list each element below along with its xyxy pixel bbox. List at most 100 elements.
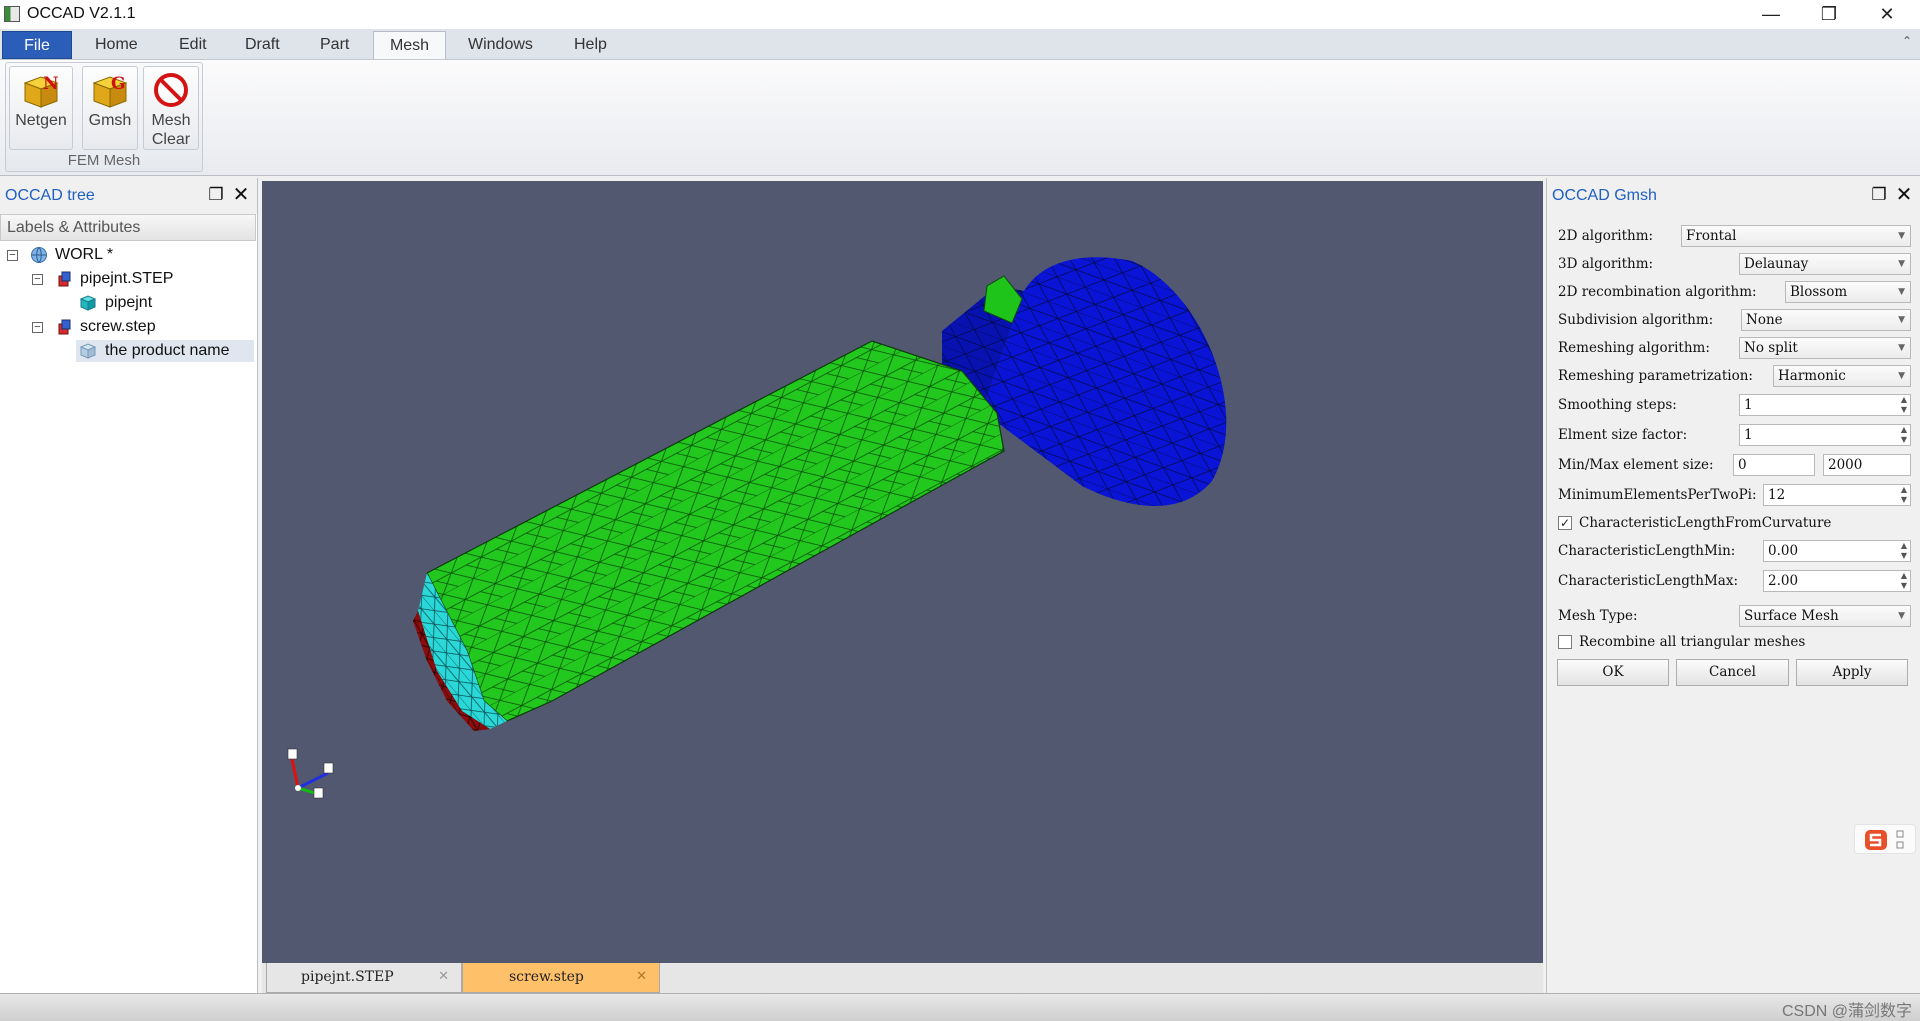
apply-button[interactable]: Apply bbox=[1796, 659, 1908, 686]
menu-file[interactable]: File bbox=[2, 31, 72, 59]
size-factor-spinbox[interactable]: 1 ▲ ▼ bbox=[1739, 424, 1911, 446]
close-tab-icon[interactable]: ✕ bbox=[636, 963, 647, 991]
menu-part[interactable]: Part bbox=[308, 31, 361, 59]
netgen-button[interactable]: N Netgen bbox=[9, 66, 73, 150]
tab-label: pipejnt.STEP bbox=[301, 969, 394, 985]
cl-min-spinbox[interactable]: 0.00 ▲ ▼ bbox=[1763, 540, 1911, 562]
smoothing-spinbox[interactable]: 1 ▲ ▼ bbox=[1739, 394, 1911, 416]
cl-max-spinbox[interactable]: 2.00 ▲ ▼ bbox=[1763, 570, 1911, 592]
select-2d-algorithm[interactable]: Frontal ▼ bbox=[1681, 225, 1911, 247]
spin-arrows-icon[interactable]: ▲ ▼ bbox=[1901, 485, 1907, 505]
gmsh-panel: OCCAD Gmsh ❐ ✕ 2D algorithm: Frontal ▼ 3D… bbox=[1546, 178, 1920, 993]
spin-value: 2.00 bbox=[1768, 573, 1799, 589]
select-remesh-param[interactable]: Harmonic ▼ bbox=[1773, 365, 1911, 387]
cube-icon bbox=[79, 343, 97, 359]
menu-windows[interactable]: Windows bbox=[456, 31, 545, 59]
s-logo-icon bbox=[1865, 830, 1904, 850]
dropdown-arrow-icon: ▼ bbox=[1898, 371, 1905, 381]
row-smoothing: Smoothing steps: 1 ▲ ▼ bbox=[1547, 394, 1920, 418]
recombine-all-checkbox[interactable] bbox=[1558, 635, 1572, 649]
svg-text:G: G bbox=[111, 74, 126, 94]
menu-draft[interactable]: Draft bbox=[233, 31, 292, 59]
tree-node-worl[interactable]: − WORL * bbox=[0, 244, 256, 266]
tab-pipejnt[interactable]: pipejnt.STEP ✕ bbox=[266, 963, 462, 993]
mesh-clear-label-2: Clear bbox=[151, 131, 191, 148]
close-icon[interactable]: ✕ bbox=[1894, 184, 1914, 206]
tab-label: screw.step bbox=[509, 969, 584, 985]
tree-column-header[interactable]: Labels & Attributes bbox=[0, 214, 256, 241]
tree-node-label: screw.step bbox=[80, 318, 156, 335]
row-mesh-type: Mesh Type: Surface Mesh ▼ bbox=[1547, 605, 1920, 629]
tree-column-label: Labels & Attributes bbox=[7, 219, 141, 236]
row-cl-max: CharacteristicLengthMax: 2.00 ▲ ▼ bbox=[1547, 570, 1920, 594]
gmsh-button[interactable]: G Gmsh bbox=[82, 66, 138, 150]
select-mesh-type[interactable]: Surface Mesh ▼ bbox=[1739, 605, 1911, 627]
dropdown-arrow-icon: ▼ bbox=[1898, 259, 1905, 269]
select-value: Surface Mesh bbox=[1744, 608, 1839, 624]
collapse-icon[interactable]: − bbox=[32, 322, 43, 333]
minimize-button[interactable]: — bbox=[1748, 0, 1794, 29]
close-icon[interactable]: ✕ bbox=[231, 184, 251, 206]
tree-node-product[interactable]: the product name bbox=[76, 340, 254, 362]
screw-head bbox=[942, 257, 1227, 506]
row-min-max-size: Min/Max element size: 0 2000 bbox=[1547, 454, 1920, 478]
label-cl-min: CharacteristicLengthMin: bbox=[1558, 543, 1736, 559]
recombine-all-label: Recombine all triangular meshes bbox=[1579, 634, 1806, 650]
label-size-factor: Elment size factor: bbox=[1558, 427, 1688, 443]
menu-mesh[interactable]: Mesh bbox=[373, 31, 446, 59]
row-cl-min: CharacteristicLengthMin: 0.00 ▲ ▼ bbox=[1547, 540, 1920, 564]
label-mesh-type: Mesh Type: bbox=[1558, 608, 1638, 624]
spin-arrows-icon[interactable]: ▲ ▼ bbox=[1901, 395, 1907, 415]
tree-node-pipejnt[interactable]: pipejnt bbox=[0, 292, 256, 314]
row-recombination: 2D recombination algorithm: Blossom ▼ bbox=[1547, 281, 1920, 305]
title-bar: OCCAD V2.1.1 — ❐ ✕ bbox=[0, 0, 1920, 29]
select-value: Blossom bbox=[1790, 284, 1848, 300]
close-tab-icon[interactable]: ✕ bbox=[438, 963, 449, 991]
menu-edit[interactable]: Edit bbox=[167, 31, 219, 59]
float-icon[interactable]: ❐ bbox=[206, 184, 226, 206]
max-size-input[interactable]: 2000 bbox=[1823, 454, 1911, 476]
cancel-button[interactable]: Cancel bbox=[1676, 659, 1789, 686]
status-bar: CSDN @蒲剑数字 bbox=[0, 993, 1920, 1021]
mesh-clear-button[interactable]: Mesh Clear bbox=[143, 66, 199, 150]
spin-arrows-icon[interactable]: ▲ ▼ bbox=[1901, 541, 1907, 561]
menu-home[interactable]: Home bbox=[83, 31, 150, 59]
min-size-input[interactable]: 0 bbox=[1733, 454, 1815, 476]
tree-panel: OCCAD tree ❐ ✕ Labels & Attributes − WOR… bbox=[0, 178, 258, 993]
side-widget[interactable] bbox=[1854, 824, 1916, 854]
menu-bar: File Home Edit Draft Part Mesh Windows H… bbox=[0, 29, 1920, 60]
tree-node-label: pipejnt bbox=[105, 294, 153, 311]
collapse-icon[interactable]: − bbox=[32, 274, 43, 285]
spin-arrows-icon[interactable]: ▲ ▼ bbox=[1901, 425, 1907, 445]
ribbon: N Netgen G Gmsh Mesh Clear FEM Mesh bbox=[0, 60, 1920, 176]
close-button[interactable]: ✕ bbox=[1864, 0, 1910, 29]
tree-node-pipejnt-step[interactable]: − pipejnt.STEP bbox=[0, 268, 256, 290]
gmsh-panel-title: OCCAD Gmsh bbox=[1552, 187, 1657, 204]
collapse-ribbon-icon[interactable]: ⌃ bbox=[1902, 34, 1912, 48]
min-elements-spinbox[interactable]: 12 ▲ ▼ bbox=[1763, 484, 1911, 506]
collapse-icon[interactable]: − bbox=[7, 250, 18, 261]
float-icon[interactable]: ❐ bbox=[1869, 184, 1889, 206]
tree-node-label: the product name bbox=[105, 342, 230, 359]
select-recombination[interactable]: Blossom ▼ bbox=[1785, 281, 1911, 303]
spin-arrows-icon[interactable]: ▲ ▼ bbox=[1901, 571, 1907, 591]
gmsh-panel-titlebar: OCCAD Gmsh ❐ ✕ bbox=[1547, 178, 1920, 214]
tree-node-screw-step[interactable]: − screw.step bbox=[0, 316, 256, 338]
3d-viewport[interactable] bbox=[262, 181, 1543, 963]
curvature-checkbox[interactable]: ✓ bbox=[1558, 516, 1572, 530]
row-curvature: ✓ CharacteristicLengthFromCurvature bbox=[1547, 512, 1920, 536]
tab-screw[interactable]: screw.step ✕ bbox=[462, 963, 660, 993]
netgen-icon: N bbox=[23, 74, 59, 108]
svg-text:N: N bbox=[43, 74, 59, 94]
shape-icon bbox=[58, 271, 71, 287]
spin-value: 1 bbox=[1744, 427, 1753, 443]
restore-button[interactable]: ❐ bbox=[1806, 0, 1852, 29]
ok-button[interactable]: OK bbox=[1557, 659, 1669, 686]
tree-node-label: WORL * bbox=[55, 246, 114, 263]
select-remeshing[interactable]: No split ▼ bbox=[1739, 337, 1911, 359]
label-min-elements: MinimumElementsPerTwoPi: bbox=[1558, 487, 1757, 503]
row-2d-algorithm: 2D algorithm: Frontal ▼ bbox=[1547, 225, 1920, 249]
select-3d-algorithm[interactable]: Delaunay ▼ bbox=[1739, 253, 1911, 275]
menu-help[interactable]: Help bbox=[562, 31, 619, 59]
select-subdivision[interactable]: None ▼ bbox=[1741, 309, 1911, 331]
